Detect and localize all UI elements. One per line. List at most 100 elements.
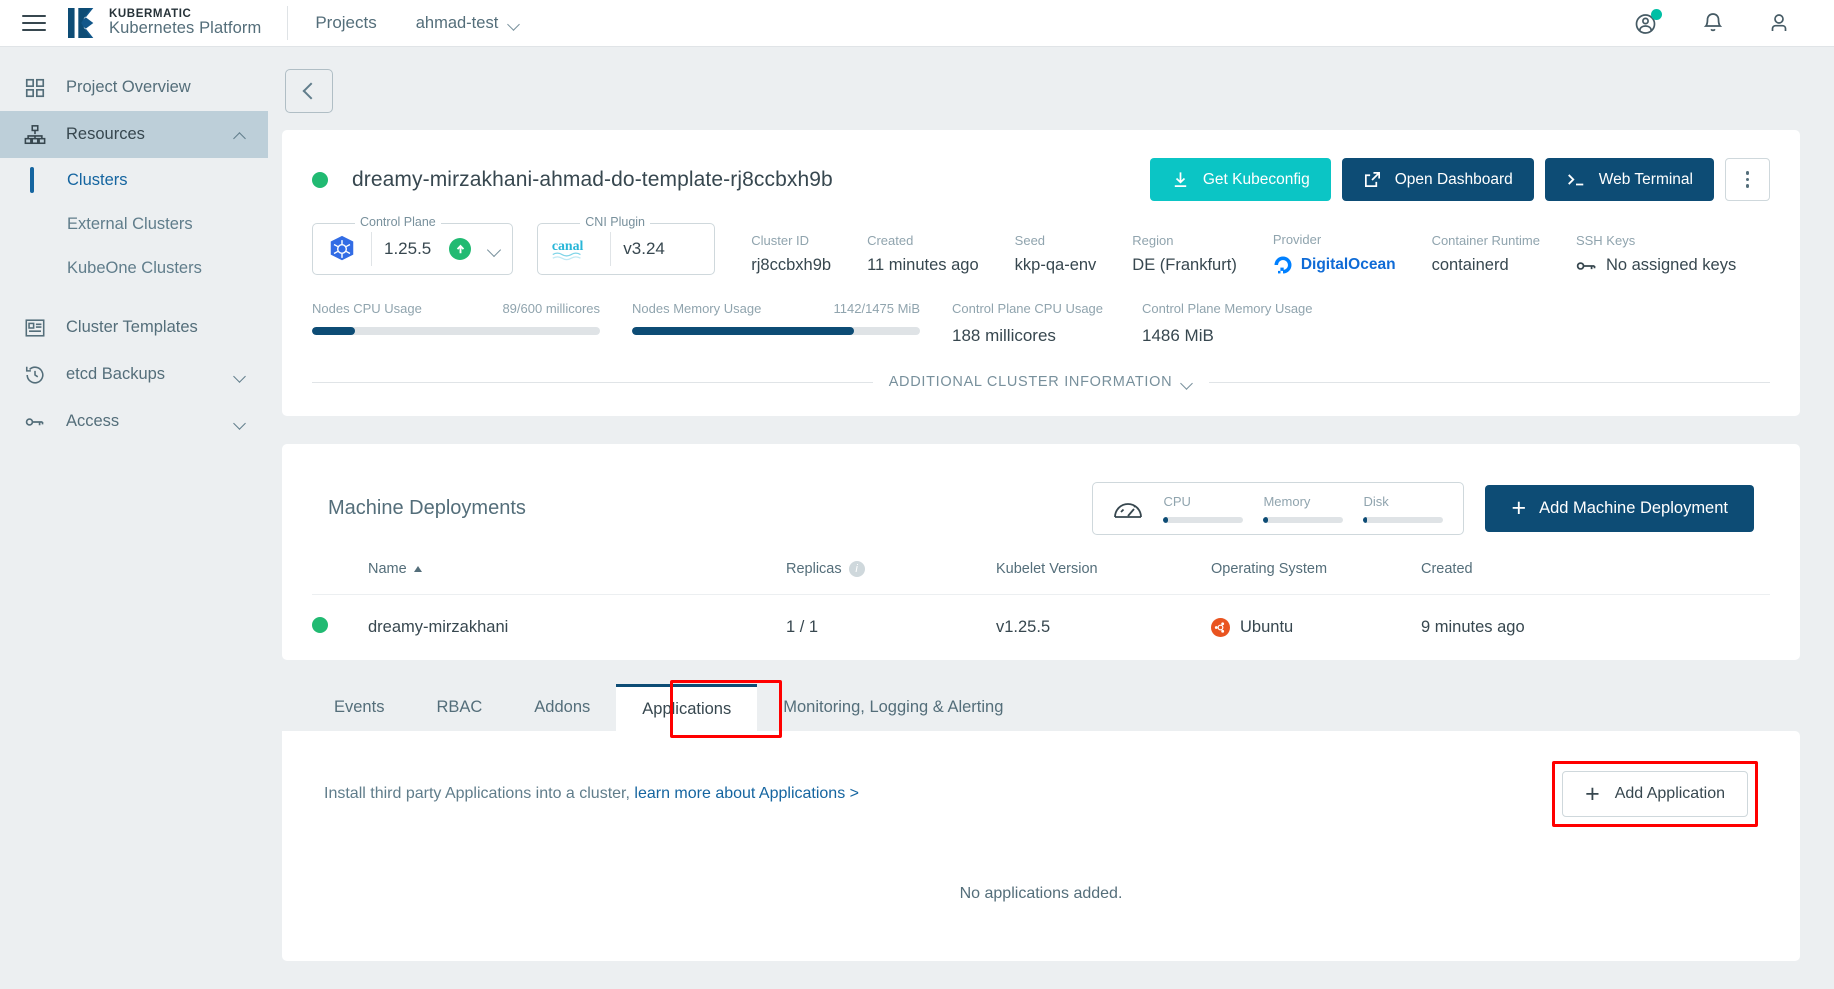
usage-label: Control Plane Memory Usage: [1142, 301, 1362, 316]
provider-name: DigitalOcean: [1301, 256, 1396, 274]
add-application-button[interactable]: + Add Application: [1562, 771, 1748, 817]
sidebar-item-clusters[interactable]: Clusters: [0, 158, 268, 202]
sidebar: Project Overview Resources Clusters Exte…: [0, 47, 268, 989]
tab-addons[interactable]: Addons: [508, 684, 616, 731]
notifications-bell-icon[interactable]: [1700, 10, 1726, 36]
machine-deployments-table: Name Replicas i Kubelet Version Operatin…: [312, 561, 1770, 660]
project-selector[interactable]: ahmad-test: [416, 14, 521, 33]
row-operating-system: Ubuntu: [1211, 595, 1421, 661]
add-machine-deployment-button[interactable]: + Add Machine Deployment: [1485, 485, 1754, 532]
quota-widget: CPU Memory Disk: [1092, 482, 1464, 535]
applications-description-text: Install third party Applications into a …: [324, 785, 630, 802]
nav-projects-link[interactable]: Projects: [315, 13, 376, 33]
column-header-operating-system[interactable]: Operating System: [1211, 561, 1421, 595]
quota-cpu: CPU: [1163, 494, 1243, 523]
gauge-icon: [1113, 494, 1143, 524]
sidebar-sub-label: Clusters: [67, 171, 128, 190]
template-icon: [22, 315, 48, 341]
meta-created: Created 11 minutes ago: [867, 233, 979, 275]
upgrade-available-icon[interactable]: [449, 238, 471, 260]
svg-text:canal: canal: [552, 238, 584, 253]
button-label: Web Terminal: [1599, 171, 1693, 189]
download-icon: [1171, 170, 1190, 189]
cluster-status-indicator: [312, 172, 328, 188]
divider: [287, 6, 288, 40]
sidebar-item-etcd-backups[interactable]: etcd Backups: [0, 351, 268, 398]
grid-icon: [22, 75, 48, 101]
additional-cluster-information-toggle[interactable]: ADDITIONAL CLUSTER INFORMATION: [312, 374, 1770, 400]
key-icon: [22, 409, 48, 435]
meta-seed: Seed kkp-qa-env: [1015, 233, 1097, 275]
tab-applications[interactable]: Applications: [616, 684, 757, 731]
control-plane-field[interactable]: Control Plane 1.25.5: [312, 223, 513, 275]
meta-provider: Provider DigitalOcean: [1273, 232, 1396, 275]
meta-value: kkp-qa-env: [1015, 256, 1097, 275]
topbar-actions: [1634, 10, 1834, 36]
menu-hamburger-icon[interactable]: [22, 15, 46, 31]
column-header-created[interactable]: Created: [1421, 561, 1770, 595]
learn-more-applications-link[interactable]: learn more about Applications >: [634, 785, 859, 802]
quota-disk: Disk: [1363, 494, 1443, 523]
kubernetes-icon: [325, 232, 359, 266]
meta-value: 11 minutes ago: [867, 256, 979, 275]
meta-label: Cluster ID: [751, 233, 831, 248]
meta-value: containerd: [1432, 256, 1540, 275]
row-name: dreamy-mirzakhani: [368, 595, 786, 661]
usage-progress-bar: [632, 327, 920, 335]
cluster-more-options-button[interactable]: [1725, 158, 1770, 201]
tab-bar: Events RBAC Addons Applications Monitori…: [282, 684, 1800, 731]
history-icon: [22, 362, 48, 388]
tab-events[interactable]: Events: [308, 684, 410, 731]
open-dashboard-button[interactable]: Open Dashboard: [1342, 158, 1534, 201]
chevron-down-icon[interactable]: [488, 243, 500, 255]
brand-logo-area[interactable]: KUBERMATIC Kubernetes Platform: [68, 7, 287, 39]
meta-value: No assigned keys: [1606, 256, 1736, 275]
meta-label: Seed: [1015, 233, 1097, 248]
tab-monitoring-logging-alerting[interactable]: Monitoring, Logging & Alerting: [757, 684, 1029, 731]
quota-label: Disk: [1363, 494, 1443, 509]
cluster-usage-row: Nodes CPU Usage 89/600 millicores Nodes …: [312, 301, 1770, 346]
meta-label: Provider: [1273, 232, 1396, 247]
sidebar-item-project-overview[interactable]: Project Overview: [0, 64, 268, 111]
column-label: Replicas: [786, 561, 842, 577]
divider: [1209, 382, 1770, 383]
row-replicas: 1 / 1: [786, 595, 996, 661]
usage-value: 1486 MiB: [1142, 326, 1362, 346]
table-header-row: Name Replicas i Kubelet Version Operatin…: [312, 561, 1770, 595]
sidebar-item-cluster-templates[interactable]: Cluster Templates: [0, 304, 268, 351]
row-kubelet-version: v1.25.5: [996, 595, 1211, 661]
button-label: Add Application: [1615, 785, 1725, 803]
button-label: Add Machine Deployment: [1539, 499, 1728, 518]
usage-value: 188 millicores: [952, 326, 1130, 346]
column-header-replicas[interactable]: Replicas i: [786, 561, 996, 595]
column-header-name[interactable]: Name: [368, 561, 786, 595]
usage-label: Nodes Memory Usage: [632, 301, 761, 316]
sort-ascending-icon: [414, 566, 422, 572]
sidebar-label: etcd Backups: [66, 365, 165, 384]
collapse-panel-button[interactable]: [285, 69, 333, 113]
user-account-icon[interactable]: [1766, 10, 1792, 36]
tab-rbac[interactable]: RBAC: [410, 684, 508, 731]
sidebar-item-access[interactable]: Access: [0, 398, 268, 445]
button-label: Get Kubeconfig: [1203, 171, 1310, 189]
meta-value: rj8ccbxh9b: [751, 256, 831, 275]
control-plane-memory-usage: Control Plane Memory Usage 1486 MiB: [1142, 301, 1362, 346]
meta-ssh-keys: SSH Keys No assigned keys: [1576, 233, 1736, 275]
web-terminal-button[interactable]: Web Terminal: [1545, 158, 1714, 201]
usage-progress-bar: [312, 327, 600, 335]
meta-label: SSH Keys: [1576, 233, 1736, 248]
sidebar-item-external-clusters[interactable]: External Clusters: [0, 202, 268, 246]
info-icon[interactable]: i: [849, 561, 865, 577]
applications-empty-message: No applications added.: [312, 885, 1770, 903]
plus-icon: +: [1511, 496, 1526, 521]
sidebar-item-kubeone-clusters[interactable]: KubeOne Clusters: [0, 246, 268, 290]
sidebar-item-resources[interactable]: Resources: [0, 111, 268, 158]
get-kubeconfig-button[interactable]: Get Kubeconfig: [1150, 158, 1331, 201]
kebab-menu-icon: [1746, 171, 1750, 188]
cni-plugin-field: CNI Plugin canal v3.24: [537, 223, 715, 275]
help-chat-icon[interactable]: [1634, 10, 1660, 36]
table-row[interactable]: dreamy-mirzakhani 1 / 1 v1.25.5: [312, 595, 1770, 661]
external-link-icon: [1363, 170, 1382, 189]
column-header-kubelet-version[interactable]: Kubelet Version: [996, 561, 1211, 595]
column-label: Name: [368, 561, 407, 577]
